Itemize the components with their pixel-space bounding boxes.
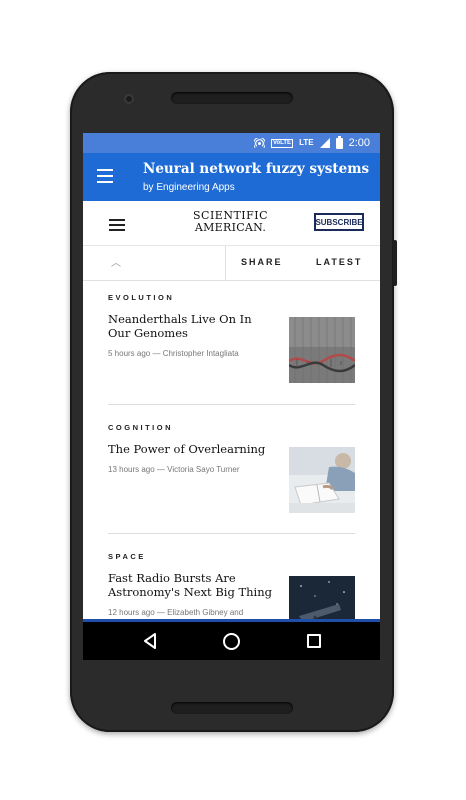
article-toolbar: ︿ SHARE LATEST (83, 246, 380, 281)
app-title: Neural network fuzzy systems (143, 161, 370, 177)
article-divider (108, 404, 355, 405)
home-icon[interactable] (223, 633, 240, 650)
app-subtitle: by Engineering Apps (143, 182, 235, 193)
status-time: 2:00 (348, 137, 370, 149)
site-header: SCIENTIFIC AMERICAN. SUBSCRIBE (83, 201, 380, 246)
volte-indicator: VoLTE (270, 138, 294, 148)
toolbar-divider (225, 246, 226, 280)
share-button[interactable]: SHARE (241, 257, 283, 267)
article-item[interactable]: EVOLUTION Neanderthals Live On In Our Ge… (108, 293, 356, 393)
article-headline[interactable]: Neanderthals Live On In Our Genomes (108, 312, 273, 340)
recent-apps-icon[interactable] (307, 634, 321, 648)
article-headline[interactable]: Fast Radio Bursts Are Astronomy's Next B… (108, 571, 273, 599)
app-bar: Neural network fuzzy systems by Engineer… (83, 153, 380, 201)
article-meta: 12 hours ago — Elizabeth Gibney and (108, 608, 244, 617)
dna-image[interactable] (288, 317, 356, 383)
android-nav-bar (83, 622, 380, 660)
site-menu-icon[interactable] (109, 219, 125, 234)
article-meta: 13 hours ago — Victoria Sayo Turner (108, 465, 240, 474)
article-category: EVOLUTION (108, 293, 175, 302)
back-icon[interactable] (143, 633, 157, 654)
hamburger-menu-icon[interactable] (97, 169, 113, 183)
signal-icon (319, 138, 330, 148)
bottom-speaker (171, 702, 293, 714)
battery-icon (335, 135, 343, 149)
article-category: SPACE (108, 552, 146, 561)
screen: VoLTE LTE 2:00 Neural network fuzzy syst… (83, 133, 380, 660)
hotspot-icon (253, 137, 265, 149)
volume-button (393, 240, 397, 286)
article-item[interactable]: COGNITION The Power of Overlearning 13 h… (108, 423, 355, 523)
article-headline[interactable]: The Power of Overlearning (108, 442, 273, 457)
subscribe-button[interactable]: SUBSCRIBE (314, 213, 364, 231)
reading-image[interactable] (289, 447, 355, 513)
article-meta: 5 hours ago — Christopher Intagliata (108, 349, 239, 358)
article-category: COGNITION (108, 423, 173, 432)
article-divider (108, 533, 355, 534)
front-camera (124, 94, 134, 104)
logo-line-2: AMERICAN. (194, 221, 267, 234)
status-bar: VoLTE LTE 2:00 (83, 133, 380, 153)
chevron-up-icon[interactable]: ︿ (111, 254, 121, 269)
top-speaker (171, 92, 293, 104)
article-item[interactable]: SPACE Fast Radio Bursts Are Astronomy's … (108, 552, 355, 643)
lte-indicator: LTE (299, 138, 314, 147)
scientific-american-logo[interactable]: SCIENTIFIC AMERICAN. (193, 210, 268, 234)
latest-button[interactable]: LATEST (316, 257, 362, 267)
